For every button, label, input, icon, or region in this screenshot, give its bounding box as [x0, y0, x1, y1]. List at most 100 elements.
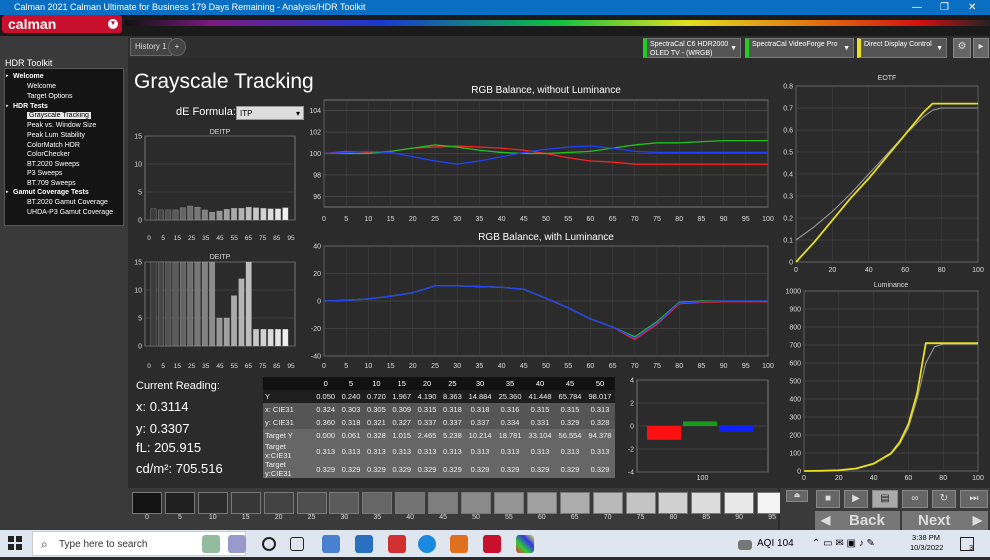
y-tick-label: 15 [134, 260, 142, 267]
bar [260, 329, 267, 347]
y-tick-label: 0 [317, 299, 321, 306]
table-cell: 0.313 [585, 403, 615, 416]
rgb-bar [683, 421, 717, 426]
skip-icon[interactable]: ⏭ [960, 490, 988, 508]
bar [172, 209, 179, 221]
taskbar-app-icon[interactable] [322, 535, 340, 553]
y-tick-label: 700 [789, 343, 801, 350]
table-cell: 0.313 [363, 442, 390, 460]
patch-swatch[interactable] [526, 492, 557, 514]
patch-swatch[interactable] [559, 492, 590, 514]
table-row: y: CIE31 0.360 0.318 0.321 0.327 0.337 0.337 0.… [263, 416, 615, 429]
bar [165, 261, 172, 347]
reading-fl: fL: 205.915 [136, 440, 202, 455]
play-icon[interactable]: ▶ [844, 490, 868, 508]
x-tick-label: 45 [520, 216, 528, 223]
aqi-status[interactable]: AQI 104 [757, 538, 794, 549]
y-tick-label: 200 [789, 433, 801, 440]
table-cell: 94.378 [585, 429, 615, 442]
back-button[interactable]: Back ◀ [815, 511, 900, 530]
patch-swatch[interactable] [230, 492, 261, 514]
table-cell: 0.313 [338, 442, 364, 460]
x-tick-label: 95 [287, 363, 295, 370]
eject-icon[interactable]: ⏏ [786, 490, 808, 502]
patch-swatch[interactable] [493, 492, 524, 514]
table-row: Target Y 0.000 0.061 0.328 1.015 2.465 5.238 10… [263, 429, 615, 442]
edge-icon[interactable] [418, 535, 436, 553]
table-row: x: CIE31 0.324 0.303 0.305 0.309 0.315 0.318 0.… [263, 403, 615, 416]
taskbar-app-icon[interactable] [228, 535, 246, 553]
x-tick-label: 100 [972, 475, 984, 482]
clock-date: 10/3/2022 [910, 543, 944, 552]
y-tick-label: -20 [311, 326, 321, 333]
calman-taskbar-icon[interactable] [516, 535, 534, 553]
x-tick-label: 0 [147, 235, 151, 242]
patch-swatch[interactable] [362, 492, 393, 514]
table-cell: 0.329 [313, 460, 339, 478]
table-cell: 0.313 [495, 442, 526, 460]
search-icon: ⌕ [41, 537, 48, 551]
patch-swatch[interactable] [724, 492, 755, 514]
x-tick-label: 65 [245, 363, 253, 370]
table-cell: 0.321 [363, 416, 390, 429]
x-tick-label: 5 [161, 235, 165, 242]
taskbar-app-icon[interactable] [483, 535, 501, 553]
refresh-icon[interactable]: ↻ [932, 490, 956, 508]
patch-swatch[interactable] [691, 492, 722, 514]
bar [267, 208, 274, 221]
patch-swatch[interactable] [428, 492, 459, 514]
loop-icon[interactable]: ∞ [902, 490, 928, 508]
patch-swatch[interactable] [658, 492, 689, 514]
taskbar-app-icon[interactable] [202, 535, 220, 553]
save-icon[interactable]: ▤ [872, 490, 898, 508]
patch-swatch[interactable] [461, 492, 491, 514]
stop-icon[interactable]: ■ [816, 490, 840, 508]
patch-swatch[interactable] [263, 492, 294, 514]
bar [253, 207, 259, 221]
bar [238, 208, 245, 221]
patch-swatch[interactable] [132, 492, 162, 514]
table-cell: Target x:CIE31 [263, 442, 313, 460]
patch-swatch[interactable] [164, 492, 195, 514]
next-button[interactable]: Next ▶ [902, 511, 988, 530]
taskbar-app-icon[interactable] [388, 535, 406, 553]
patch-label: 80 [669, 514, 678, 521]
table-cell: 1.015 [389, 429, 415, 442]
tray-icons[interactable]: ⌃ ▭ ✉ ▣ ♪ ✎ [812, 538, 875, 549]
y-tick-label: 0.8 [783, 84, 793, 91]
patch-swatch[interactable] [296, 492, 327, 514]
patch-swatch[interactable] [329, 492, 360, 514]
table-cell: 5.238 [439, 429, 466, 442]
taskbar-clock[interactable]: 3:38 PM 10/3/2022 [910, 533, 944, 553]
bar [150, 208, 157, 221]
task-view-icon[interactable] [290, 537, 304, 551]
x-tick-label: 0 [322, 216, 326, 223]
bar [231, 295, 237, 347]
x-tick-label: 95 [742, 363, 750, 370]
patch-swatch[interactable] [197, 492, 228, 514]
patch-swatch[interactable] [625, 492, 656, 514]
patch-swatch[interactable] [395, 492, 426, 514]
chart-title: RGB Balance, with Luminance [478, 232, 614, 243]
patch-label: 90 [735, 514, 744, 521]
y-tick-label: 800 [789, 325, 801, 332]
table-header-cell: 40 [525, 377, 556, 390]
windows-start-icon[interactable] [8, 536, 22, 550]
table-cell: 0.313 [465, 442, 496, 460]
taskbar-app-icon[interactable] [450, 535, 468, 553]
table-cell: 0.329 [363, 460, 390, 478]
patch-label: 10 [208, 514, 217, 521]
x-tick-label: 60 [901, 267, 909, 274]
mail-icon[interactable] [355, 535, 373, 553]
y-tick-label: 100 [309, 151, 321, 158]
bar [267, 329, 274, 347]
y-tick-label: 0.7 [783, 106, 793, 113]
table-cell: 0.061 [338, 429, 364, 442]
patch-swatch[interactable] [592, 492, 623, 514]
notification-icon[interactable]: 3 [960, 537, 974, 552]
cortana-icon[interactable] [262, 537, 276, 551]
x-tick-label: 75 [653, 216, 661, 223]
y-tick-label: 20 [313, 271, 321, 278]
table-cell: Target y:CIE31 [263, 460, 313, 478]
bar [194, 206, 201, 221]
